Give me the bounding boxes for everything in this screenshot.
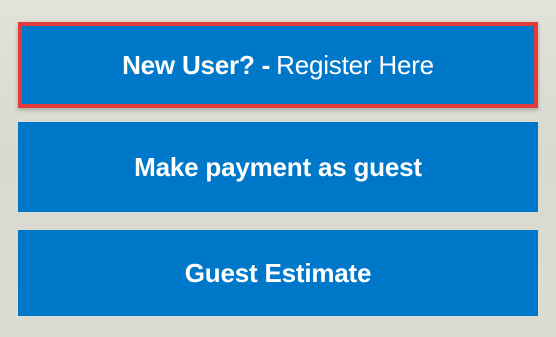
register-button-label: Register Here — [276, 49, 434, 80]
guest-payment-button-label: Make payment as guest — [134, 151, 422, 182]
guest-payment-button[interactable]: Make payment as guest — [18, 122, 538, 212]
auth-actions-panel: New User? - Register Here Make payment a… — [0, 0, 556, 337]
register-button[interactable]: New User? - Register Here — [18, 22, 538, 108]
guest-estimate-button-label: Guest Estimate — [184, 257, 372, 288]
guest-estimate-button[interactable]: Guest Estimate — [18, 230, 538, 316]
register-button-prefix: New User? - — [122, 49, 271, 80]
